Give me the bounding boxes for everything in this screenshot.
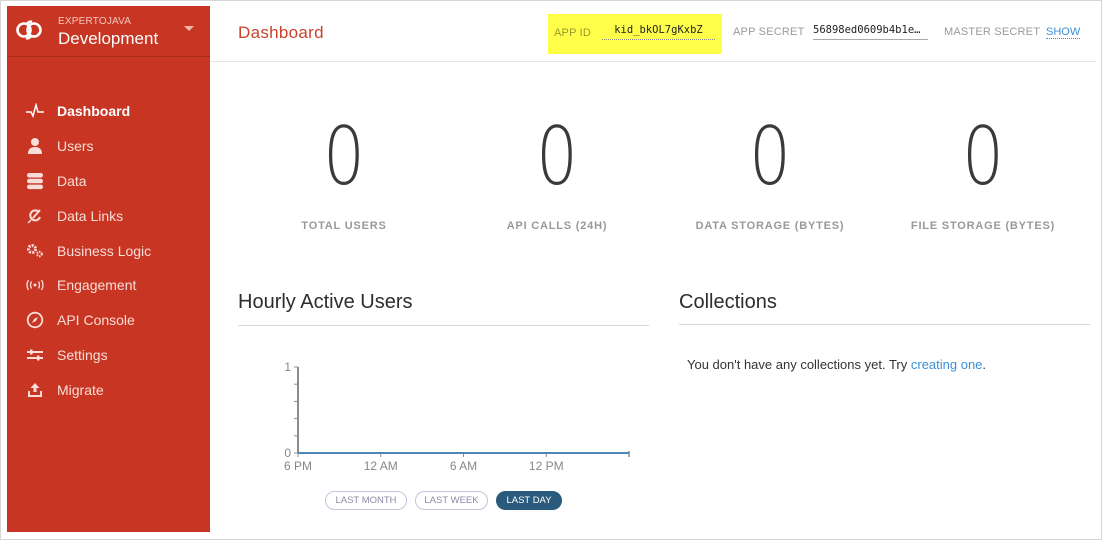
stat-label: DATA STORAGE (BYTES): [695, 220, 845, 232]
divider: [679, 324, 1090, 325]
stat-value: 0: [962, 110, 1004, 203]
sidebar-item-users[interactable]: Users: [7, 129, 210, 164]
app-secret-label: APP SECRET: [733, 26, 805, 38]
master-secret-label: MASTER SECRET: [944, 26, 1041, 38]
collections-title: Collections: [679, 291, 777, 313]
sidebar-item-label: Migrate: [57, 381, 104, 398]
caret-down-icon[interactable]: [184, 26, 194, 31]
message-text: You don't have any collections yet. Try: [687, 357, 911, 372]
sidebar-item-api-console[interactable]: API Console: [7, 303, 210, 338]
page-title: Dashboard: [238, 23, 324, 42]
app-secret-value[interactable]: 56898ed0609b4b1e…: [813, 24, 928, 40]
database-icon: [25, 171, 45, 191]
range-last-day-button[interactable]: LAST DAY: [496, 491, 562, 510]
stat-value: 0: [323, 110, 365, 203]
x-tick-label: 6 AM: [450, 459, 477, 473]
empty-collections-message: You don't have any collections yet. Try …: [687, 357, 986, 372]
app-id-value[interactable]: kid_bkOL7gKxbZ: [602, 24, 715, 40]
stat-value: 0: [749, 110, 791, 203]
sidebar-item-data[interactable]: Data: [7, 164, 210, 199]
sidebar-item-dashboard[interactable]: Dashboard: [7, 94, 210, 129]
sidebar: EXPERTOJAVA Development Dashboard Users …: [7, 6, 210, 532]
sidebar-item-label: API Console: [57, 312, 135, 329]
environment-switcher[interactable]: EXPERTOJAVA Development: [7, 6, 210, 57]
stat-label: FILE STORAGE (BYTES): [910, 220, 1056, 232]
y-tick-label: 0: [284, 446, 291, 460]
sidebar-item-label: Settings: [57, 346, 108, 363]
range-last-month-button[interactable]: LAST MONTH: [325, 491, 407, 510]
stat-data-storage: 0 DATA STORAGE (BYTES): [665, 110, 875, 233]
sidebar-item-label: Data: [57, 172, 87, 189]
broadcast-icon: [25, 275, 45, 295]
stat-total-users: 0 TOTAL USERS: [239, 110, 449, 233]
y-tick-label: 1: [284, 360, 291, 374]
upload-icon: [25, 380, 45, 400]
compass-icon: [25, 310, 45, 330]
stat-label: TOTAL USERS: [301, 220, 387, 232]
sidebar-item-label: Dashboard: [57, 103, 131, 120]
data-links-icon: [25, 206, 45, 226]
sidebar-item-migrate[interactable]: Migrate: [7, 372, 210, 407]
sidebar-nav: Dashboard Users Data Data Links Business…: [7, 94, 210, 407]
pulse-icon: [25, 101, 45, 121]
hourly-title: Hourly Active Users: [238, 291, 413, 313]
sidebar-item-label: Data Links: [57, 207, 124, 224]
hourly-active-users-chart: 0 1 6 PM 12 AM 6 AM 12 PM: [284, 360, 630, 473]
message-suffix: .: [982, 357, 987, 372]
range-last-week-button[interactable]: LAST WEEK: [415, 491, 488, 510]
stat-file-storage: 0 FILE STORAGE (BYTES): [878, 110, 1088, 233]
app-id-label: APP ID: [554, 27, 592, 39]
create-collection-link[interactable]: creating one: [911, 357, 983, 372]
user-icon: [25, 136, 45, 156]
sliders-icon: [25, 345, 45, 365]
environment-name: Development: [58, 29, 159, 48]
sidebar-item-label: Users: [57, 138, 94, 155]
top-bar: Dashboard APP ID kid_bkOL7gKxbZ APP SECR…: [210, 6, 1096, 62]
sidebar-item-settings[interactable]: Settings: [7, 338, 210, 373]
divider: [238, 325, 649, 326]
sidebar-item-business-logic[interactable]: Business Logic: [7, 233, 210, 268]
sidebar-item-label: Engagement: [57, 277, 137, 294]
stat-label: API CALLS (24H): [506, 220, 608, 232]
stat-value: 0: [536, 110, 578, 203]
x-tick-label: 12 AM: [364, 459, 398, 473]
org-name: EXPERTOJAVA: [58, 16, 132, 27]
x-tick-label: 6 PM: [284, 459, 312, 473]
x-tick-label: 12 PM: [529, 459, 564, 473]
show-master-secret-link[interactable]: SHOW: [1046, 26, 1081, 39]
logo-icon: [16, 20, 42, 40]
sidebar-item-engagement[interactable]: Engagement: [7, 268, 210, 303]
gears-icon: [25, 241, 45, 261]
stat-api-calls: 0 API CALLS (24H): [452, 110, 662, 233]
sidebar-item-label: Business Logic: [57, 242, 152, 259]
sidebar-item-data-links[interactable]: Data Links: [7, 198, 210, 233]
